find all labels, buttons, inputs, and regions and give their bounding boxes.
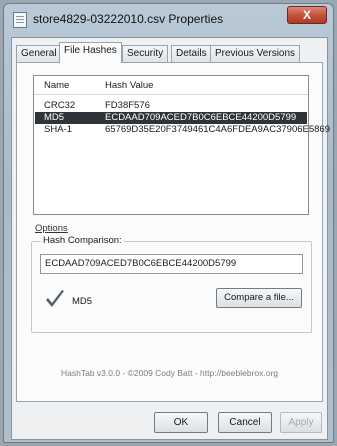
title-bar[interactable]: store4829-03222010.csv Properties X [4,4,333,34]
hash-value: ECDAAD709ACED7B0C6EBCE44200D5799 [105,112,297,123]
hash-name: SHA-1 [44,124,72,135]
tab-previous-versions[interactable]: Previous Versions [210,45,301,62]
window-title: store4829-03222010.csv Properties [33,12,224,26]
algorithm-label: MD5 [72,296,93,307]
apply-button[interactable]: Apply [280,412,322,433]
column-header-name[interactable]: Name [44,80,69,91]
hash-value: FD38F576 [105,100,150,111]
hash-name: CRC32 [44,100,76,111]
tab-general[interactable]: General [16,45,62,62]
credits-text[interactable]: HashTab v3.0.0 - ©2009 Cody Batt - http:… [17,368,322,378]
list-header: Name Hash Value [34,76,308,95]
compare-file-button[interactable]: Compare a file... [216,288,302,308]
hash-row-md5[interactable]: MD5 ECDAAD709ACED7B0C6EBCE44200D5799 [35,112,307,124]
file-icon [13,12,27,28]
ok-button[interactable]: OK [154,412,208,433]
hash-value: 65769D35E20F3749461C4A6FDEA9AC37906E5869 [105,124,331,135]
tab-details[interactable]: Details [171,45,212,62]
hash-row-sha1[interactable]: SHA-1 65769D35E20F3749461C4A6FDEA9AC3790… [35,124,330,136]
hash-comparison-group: Hash Comparison: ECDAAD709ACED7B0C6EBCE4… [31,235,312,333]
hash-name: MD5 [44,112,65,123]
options-link[interactable]: Options [35,223,68,234]
check-icon [46,290,64,307]
hash-comparison-input[interactable]: ECDAAD709ACED7B0C6EBCE44200D5799 [40,254,303,274]
dialog-body: General File Hashes Security Details Pre… [11,37,330,440]
tab-security[interactable]: Security [122,45,169,62]
cancel-button[interactable]: Cancel [218,412,272,433]
hash-row-crc32[interactable]: CRC32 FD38F576 [35,100,307,112]
file-hashes-panel: Name Hash Value CRC32 FD38F576 MD5 ECDAA… [16,62,330,402]
tab-file-hashes[interactable]: File Hashes [59,42,122,63]
tab-strip: General File Hashes Security Details Pre… [16,42,316,63]
close-button[interactable]: X [287,6,327,24]
properties-window: store4829-03222010.csv Properties X Gene… [3,3,334,443]
column-header-hash-value[interactable]: Hash Value [105,80,153,91]
group-label: Hash Comparison: [41,235,124,246]
hash-list[interactable]: Name Hash Value CRC32 FD38F576 MD5 ECDAA… [33,75,330,215]
